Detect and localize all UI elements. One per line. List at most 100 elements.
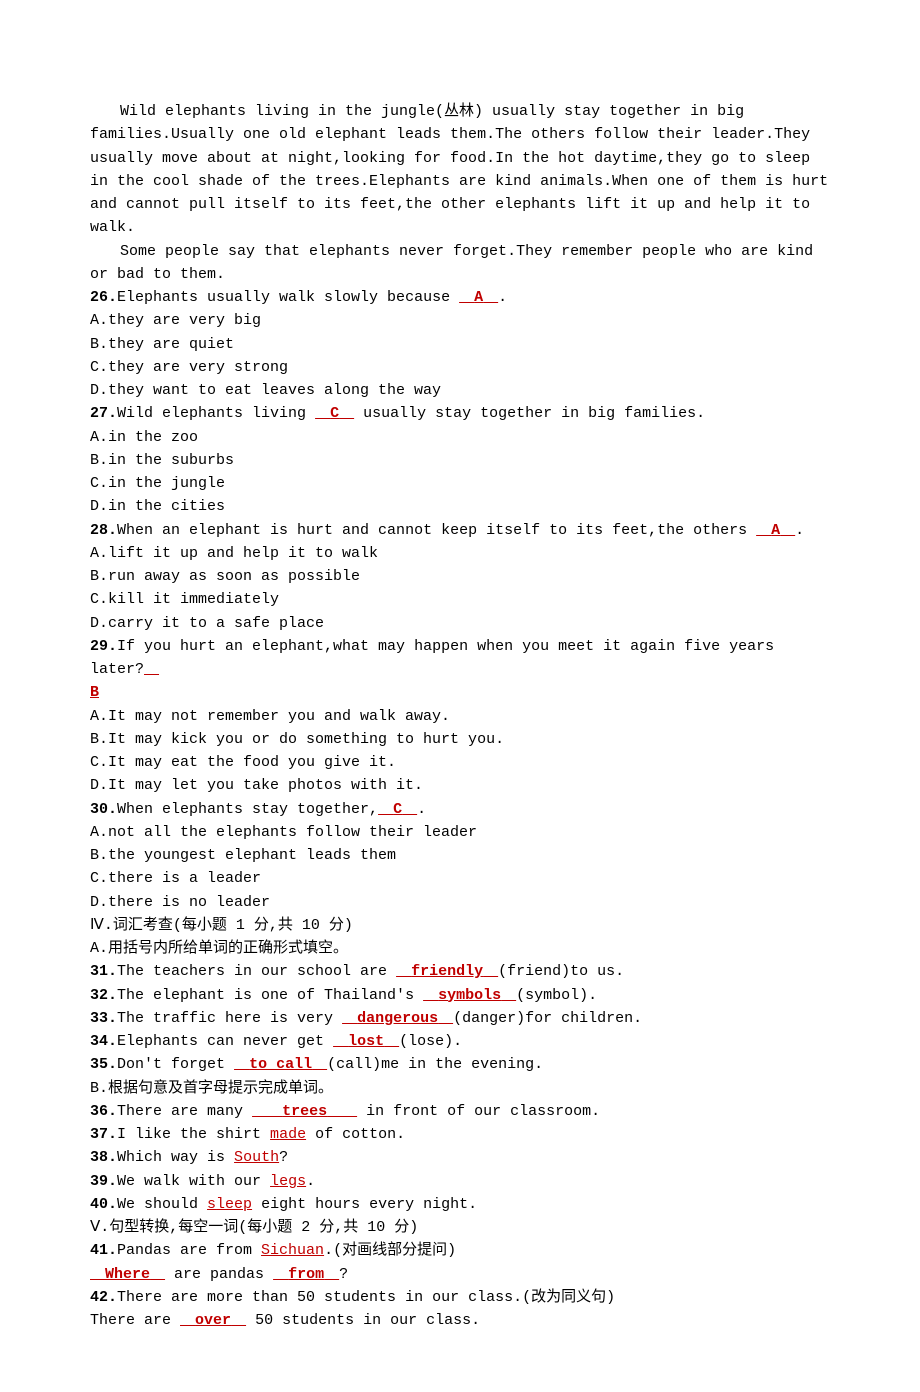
q32-post: (symbol). — [516, 987, 597, 1004]
q28-option-c: C.kill it immediately — [90, 588, 830, 611]
q41-target: Sichuan — [261, 1242, 324, 1259]
q30-option-b: B.the youngest elephant leads them — [90, 844, 830, 867]
q37-answer: made — [270, 1126, 306, 1143]
q26-number: 26. — [90, 289, 117, 306]
q35-answer: to call — [234, 1056, 327, 1073]
question-32: 32.The elephant is one of Thailand's sym… — [90, 984, 830, 1007]
q41-answer-2: from — [273, 1266, 339, 1283]
q41-answer-line: Where are pandas from ? — [90, 1263, 830, 1286]
q35-number: 35. — [90, 1056, 117, 1073]
question-26: 26.Elephants usually walk slowly because… — [90, 286, 830, 309]
q31-answer: friendly — [396, 963, 498, 980]
q41-tail: ? — [339, 1266, 348, 1283]
question-30: 30.When elephants stay together, C . — [90, 798, 830, 821]
q39-answer: legs — [270, 1173, 306, 1190]
question-42: 42.There are more than 50 students in ou… — [90, 1286, 830, 1309]
q40-answer: sleep — [207, 1196, 252, 1213]
q40-post: eight hours every night. — [252, 1196, 477, 1213]
q28-option-b: B.run away as soon as possible — [90, 565, 830, 588]
q31-number: 31. — [90, 963, 117, 980]
q33-pre: The traffic here is very — [117, 1010, 342, 1027]
q29-option-d: D.It may let you take photos with it. — [90, 774, 830, 797]
section-5-title: Ⅴ.句型转换,每空一词(每小题 2 分,共 10 分) — [90, 1216, 830, 1239]
q42-pre: There are — [90, 1312, 180, 1329]
q42-answer: over — [180, 1312, 246, 1329]
q38-answer: South — [234, 1149, 279, 1166]
q28-stem: When an elephant is hurt and cannot keep… — [117, 522, 756, 539]
q35-post: (call)me in the evening. — [327, 1056, 543, 1073]
q32-number: 32. — [90, 987, 117, 1004]
q28-number: 28. — [90, 522, 117, 539]
question-33: 33.The traffic here is very dangerous (d… — [90, 1007, 830, 1030]
q33-answer: dangerous — [342, 1010, 453, 1027]
q38-post: ? — [279, 1149, 288, 1166]
q42-post: 50 students in our class. — [246, 1312, 480, 1329]
q38-number: 38. — [90, 1149, 117, 1166]
q30-tail: . — [417, 801, 426, 818]
q26-option-b: B.they are quiet — [90, 333, 830, 356]
q27-option-a: A.in the zoo — [90, 426, 830, 449]
question-38: 38.Which way is South? — [90, 1146, 830, 1169]
q35-pre: Don't forget — [117, 1056, 234, 1073]
q29-answer-line1 — [144, 661, 159, 678]
passage-paragraph-2: Some people say that elephants never for… — [90, 240, 830, 287]
q29-option-b: B.It may kick you or do something to hur… — [90, 728, 830, 751]
q27-tail: usually stay together in big families. — [354, 405, 705, 422]
section-4a-title: A.用括号内所给单词的正确形式填空。 — [90, 937, 830, 960]
q29-option-a: A.It may not remember you and walk away. — [90, 705, 830, 728]
q27-option-c: C.in the jungle — [90, 472, 830, 495]
question-37: 37.I like the shirt made of cotton. — [90, 1123, 830, 1146]
q31-pre: The teachers in our school are — [117, 963, 396, 980]
q40-number: 40. — [90, 1196, 117, 1213]
q30-option-c: C.there is a leader — [90, 867, 830, 890]
q34-number: 34. — [90, 1033, 117, 1050]
q26-option-d: D.they want to eat leaves along the way — [90, 379, 830, 402]
q27-number: 27. — [90, 405, 117, 422]
q27-answer: C — [315, 405, 354, 422]
q36-answer: trees — [252, 1103, 357, 1120]
q26-tail: . — [498, 289, 507, 306]
question-36: 36.There are many trees in front of our … — [90, 1100, 830, 1123]
q26-answer: A — [459, 289, 498, 306]
q36-number: 36. — [90, 1103, 117, 1120]
q42-stem: There are more than 50 students in our c… — [117, 1289, 615, 1306]
question-31: 31.The teachers in our school are friend… — [90, 960, 830, 983]
question-27: 27.Wild elephants living C usually stay … — [90, 402, 830, 425]
q42-number: 42. — [90, 1289, 117, 1306]
q31-post: (friend)to us. — [498, 963, 624, 980]
q41-pre: Pandas are from — [117, 1242, 261, 1259]
q30-answer: C — [378, 801, 417, 818]
q28-answer: A — [756, 522, 795, 539]
passage-paragraph-1: Wild elephants living in the jungle(丛林) … — [90, 100, 830, 240]
q38-pre: Which way is — [117, 1149, 234, 1166]
question-39: 39.We walk with our legs. — [90, 1170, 830, 1193]
q27-stem: Wild elephants living — [117, 405, 315, 422]
q34-pre: Elephants can never get — [117, 1033, 333, 1050]
q37-number: 37. — [90, 1126, 117, 1143]
q41-mid: are pandas — [165, 1266, 273, 1283]
q41-answer-1: Where — [90, 1266, 165, 1283]
q30-option-a: A.not all the elephants follow their lea… — [90, 821, 830, 844]
q29-answer-line2: B — [90, 681, 830, 704]
q30-stem: When elephants stay together, — [117, 801, 378, 818]
q37-post: of cotton. — [306, 1126, 405, 1143]
q39-post: . — [306, 1173, 315, 1190]
q32-answer: symbols — [423, 987, 516, 1004]
section-4b-title: B.根据句意及首字母提示完成单词。 — [90, 1077, 830, 1100]
q33-post: (danger)for children. — [453, 1010, 642, 1027]
q41-post: .(对画线部分提问) — [324, 1242, 456, 1259]
q26-option-c: C.they are very strong — [90, 356, 830, 379]
q29-number: 29. — [90, 638, 117, 655]
q34-post: (lose). — [399, 1033, 462, 1050]
q30-option-d: D.there is no leader — [90, 891, 830, 914]
q29-stem: If you hurt an elephant,what may happen … — [90, 638, 774, 678]
q41-number: 41. — [90, 1242, 117, 1259]
q39-pre: We walk with our — [117, 1173, 270, 1190]
q28-option-a: A.lift it up and help it to walk — [90, 542, 830, 565]
q27-option-d: D.in the cities — [90, 495, 830, 518]
q26-option-a: A.they are very big — [90, 309, 830, 332]
q27-option-b: B.in the suburbs — [90, 449, 830, 472]
question-35: 35.Don't forget to call (call)me in the … — [90, 1053, 830, 1076]
q42-answer-line: There are over 50 students in our class. — [90, 1309, 830, 1332]
question-40: 40.We should sleep eight hours every nig… — [90, 1193, 830, 1216]
